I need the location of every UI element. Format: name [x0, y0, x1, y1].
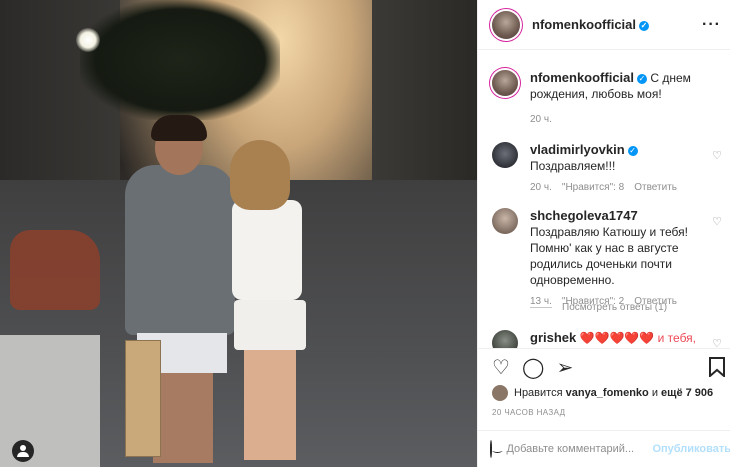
commenter-avatar[interactable]: [492, 330, 518, 348]
comment-reply-button[interactable]: Ответить: [634, 182, 677, 193]
liker-avatar: [492, 385, 508, 401]
commenter-avatar[interactable]: [492, 208, 518, 234]
photo-shopping-bag: [125, 340, 161, 457]
post-actions-bar: ♡ ◯ ➢: [478, 348, 730, 383]
author-avatar[interactable]: [492, 10, 520, 39]
likes-count[interactable]: ещё 7 906: [661, 387, 713, 399]
view-replies-button[interactable]: Посмотреть ответы (1): [530, 302, 667, 313]
comment-username[interactable]: grishek: [530, 330, 576, 345]
user-tag-icon[interactable]: [12, 440, 34, 462]
add-comment-bar: Опубликовать: [478, 430, 730, 467]
photo-girl: [222, 140, 322, 460]
caption-avatar[interactable]: [492, 70, 518, 96]
caption-time[interactable]: 20 ч.: [530, 114, 552, 125]
photo-scooter: [10, 230, 100, 310]
comment-username[interactable]: shchegoleva1747: [530, 208, 638, 223]
caption-username[interactable]: nfomenkoofficial: [530, 70, 634, 85]
comment-text: Поздравляю Катюшу и тебя! Помню' как у н…: [530, 225, 688, 287]
verified-badge-icon: ✓: [637, 73, 648, 84]
comment-icon[interactable]: ◯: [522, 357, 544, 379]
more-options-icon[interactable]: ···: [702, 16, 721, 34]
likes-summary[interactable]: Нравится vanya_fomenko и ещё 7 906: [492, 385, 713, 401]
comment-heart-icon[interactable]: ♡: [712, 214, 722, 230]
publish-button[interactable]: Опубликовать: [652, 443, 730, 455]
comments-list[interactable]: nfomenkoofficial ✓ С днем рождения, любов…: [478, 52, 730, 348]
commenter-avatar[interactable]: [492, 142, 518, 168]
comment-text: Поздравляем!!!: [530, 159, 616, 173]
bookmark-icon[interactable]: [706, 357, 728, 379]
author-username[interactable]: nfomenkoofficial ✓: [532, 17, 650, 32]
post-header: nfomenkoofficial ✓ ···: [478, 0, 730, 50]
comment-heart-icon[interactable]: ♡: [712, 148, 722, 164]
comment-input[interactable]: [504, 442, 651, 456]
photo-tree: [80, 0, 280, 120]
verified-badge-icon: ✓: [627, 145, 638, 156]
comment-time[interactable]: 20 ч.: [530, 182, 552, 193]
post-photo[interactable]: [0, 0, 477, 467]
comment-heart-icon[interactable]: ♡: [712, 336, 722, 348]
comment-username[interactable]: vladimirlyovkin: [530, 142, 625, 157]
comment-text: ❤️❤️❤️❤️❤️ и тебя,: [579, 331, 697, 345]
heart-icon[interactable]: ♡: [490, 357, 512, 379]
likes-prefix: Нравится: [514, 387, 563, 399]
photo-street-lamp: [76, 28, 100, 52]
post-side-panel: nfomenkoofficial ✓ ··· nfomenkoofficial ✓ …: [477, 0, 730, 467]
likes-mid: и: [651, 387, 658, 399]
share-icon[interactable]: ➢: [554, 357, 576, 379]
comment-likes[interactable]: "Нравится": 8: [562, 182, 624, 193]
emoji-icon[interactable]: [490, 440, 504, 458]
verified-badge-icon: ✓: [639, 20, 650, 31]
liker-username[interactable]: vanya_fomenko: [566, 387, 649, 399]
post-timestamp[interactable]: 20 ЧАСОВ НАЗАД: [492, 408, 565, 417]
photo-building-right: [372, 0, 477, 200]
